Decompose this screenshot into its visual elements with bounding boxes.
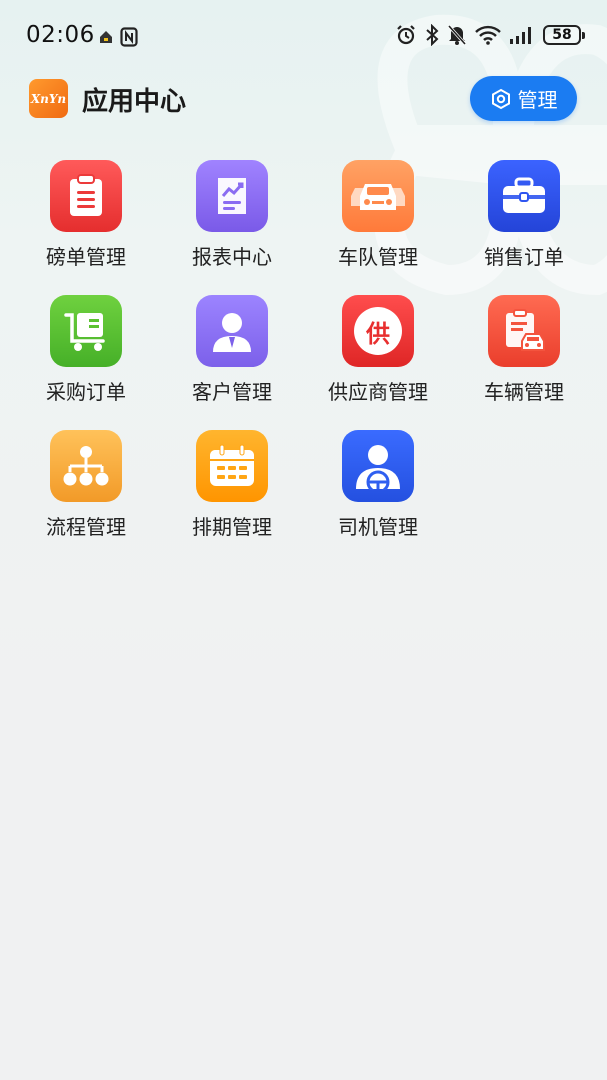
app-tile [488, 160, 560, 232]
nfc-icon [120, 27, 138, 47]
app-tile [50, 430, 122, 502]
cart-icon [64, 313, 105, 351]
status-bar: 02:06 58 [0, 0, 607, 72]
app-label: 销售订单 [484, 245, 564, 269]
report-chart-icon [218, 178, 246, 214]
app-fleet[interactable]: 车队管理 [305, 160, 451, 280]
flowchart-icon [63, 446, 109, 486]
app-purchase-order[interactable]: 采购订单 [13, 295, 159, 415]
battery-icon: 58 [543, 25, 585, 45]
app-logo: XnYn [29, 79, 68, 118]
app-label: 供应商管理 [328, 380, 428, 404]
supplier-icon-char: 供 [366, 319, 390, 348]
app-vehicle[interactable]: 车辆管理 [451, 295, 597, 415]
wifi-icon [475, 25, 501, 45]
fleet-cars-icon [351, 184, 405, 210]
app-label: 流程管理 [46, 515, 126, 539]
app-supplier[interactable]: 供 供应商管理 [305, 295, 451, 415]
driver-icon [356, 445, 400, 490]
app-schedule[interactable]: 排期管理 [159, 430, 305, 550]
signal-icon [510, 27, 531, 44]
alarm-icon [397, 25, 415, 45]
app-label: 排期管理 [192, 515, 272, 539]
supplier-icon: 供 [354, 307, 402, 355]
app-label: 司机管理 [338, 515, 418, 539]
app-tile [488, 295, 560, 367]
app-tile [196, 160, 268, 232]
app-tile [50, 160, 122, 232]
app-sales-order[interactable]: 销售订单 [451, 160, 597, 280]
app-tile [196, 295, 268, 367]
calendar-icon [210, 444, 254, 486]
app-label: 报表中心 [192, 245, 272, 269]
app-label: 磅单管理 [46, 245, 126, 269]
app-tile [342, 430, 414, 502]
clipboard-icon [70, 174, 102, 216]
page-title: 应用中心 [82, 87, 187, 117]
app-tile [50, 295, 122, 367]
app-label: 客户管理 [192, 380, 272, 404]
mute-icon [447, 25, 467, 45]
app-tile [342, 160, 414, 232]
app-workflow[interactable]: 流程管理 [13, 430, 159, 550]
app-driver[interactable]: 司机管理 [305, 430, 451, 550]
vehicle-doc-icon [506, 309, 545, 351]
manage-button-label: 管理 [517, 88, 558, 112]
app-customer[interactable]: 客户管理 [159, 295, 305, 415]
status-time: 02:06 [26, 22, 95, 48]
app-report-center[interactable]: 报表中心 [159, 160, 305, 280]
app-header: XnYn 应用中心 管理 [0, 72, 607, 132]
app-label: 采购订单 [46, 380, 126, 404]
app-tile [196, 430, 268, 502]
settings-hexagon-icon [491, 88, 510, 109]
customer-icon [213, 313, 251, 352]
manage-button[interactable]: 管理 [470, 76, 577, 121]
app-tile: 供 [342, 295, 414, 367]
app-label: 车队管理 [338, 245, 418, 269]
briefcase-icon [503, 177, 545, 213]
app-weighbill[interactable]: 磅单管理 [13, 160, 159, 280]
app-label: 车辆管理 [484, 380, 564, 404]
bluetooth-icon [426, 24, 439, 46]
home-notification-icon [100, 31, 112, 43]
